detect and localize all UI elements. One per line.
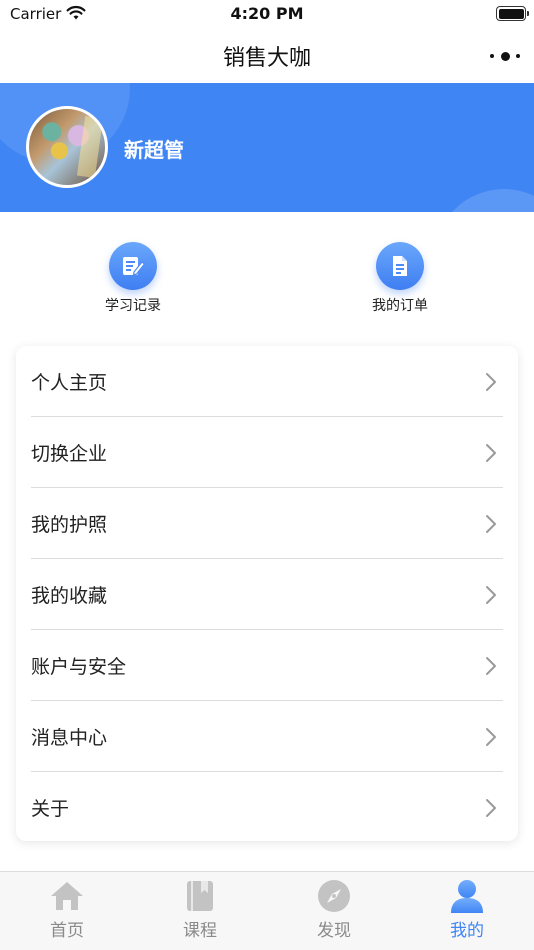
menu-item-my-passport[interactable]: 我的护照 [16, 488, 518, 559]
dot [500, 51, 510, 61]
page-title: 销售大咖 [222, 46, 311, 71]
tab-mine[interactable]: 我的 [427, 878, 507, 941]
study-record-button[interactable]: 学习记录 [63, 242, 203, 315]
tab-courses[interactable]: 课程 [160, 878, 240, 941]
menu-item-switch-company[interactable]: 切换企业 [16, 417, 518, 488]
app-screen: Carrier 4:20 PM 销售大咖 新超管 学习记录 我的订单 个人主页 … [0, 0, 534, 950]
menu-item-label: 消息中心 [31, 727, 108, 749]
profile-header: 新超管 [0, 83, 534, 212]
book-icon [160, 878, 240, 914]
chevron-right-icon [486, 444, 496, 462]
chevron-right-icon [486, 657, 496, 675]
battery-fill [498, 8, 524, 19]
settings-menu: 个人主页 切换企业 我的护照 我的收藏 账户与安全 消息中心 关于 [16, 346, 518, 841]
dot [490, 54, 494, 58]
menu-item-about[interactable]: 关于 [16, 772, 518, 841]
menu-item-message-center[interactable]: 消息中心 [16, 701, 518, 772]
more-dots-icon[interactable] [490, 46, 520, 66]
tab-home[interactable]: 首页 [27, 878, 107, 941]
nav-bar: 销售大咖 [0, 28, 534, 83]
my-orders-label: 我的订单 [372, 298, 428, 314]
menu-item-label: 我的护照 [31, 514, 108, 536]
study-record-label: 学习记录 [105, 298, 161, 314]
chevron-right-icon [486, 728, 496, 746]
document-icon [376, 242, 424, 290]
tab-label: 课程 [183, 921, 217, 941]
home-icon [27, 878, 107, 914]
tab-label: 我的 [450, 921, 484, 941]
menu-item-label: 账户与安全 [31, 656, 127, 678]
battery-icon [496, 6, 529, 21]
avatar[interactable] [26, 106, 108, 188]
status-bar: Carrier 4:20 PM [0, 0, 534, 28]
chevron-right-icon [486, 799, 496, 817]
tab-discover[interactable]: 发现 [294, 878, 374, 941]
compass-icon [294, 878, 374, 914]
username[interactable]: 新超管 [124, 134, 184, 163]
menu-item-label: 我的收藏 [31, 585, 108, 607]
clock: 4:20 PM [230, 4, 304, 23]
chevron-right-icon [486, 515, 496, 533]
person-icon [427, 878, 507, 914]
menu-item-label: 个人主页 [31, 372, 108, 394]
chevron-right-icon [486, 373, 496, 391]
edit-note-icon [109, 242, 157, 290]
quick-actions: 学习记录 我的订单 [0, 212, 534, 332]
avatar-highlight [76, 116, 104, 178]
menu-item-label: 关于 [31, 798, 70, 820]
tab-label: 首页 [50, 921, 84, 941]
tab-bar: 首页 课程 发现 我的 [0, 871, 534, 950]
dot [516, 54, 520, 58]
menu-item-label: 切换企业 [31, 443, 108, 465]
chevron-right-icon [486, 586, 496, 604]
decorative-circle [434, 189, 534, 212]
menu-item-personal-home[interactable]: 个人主页 [16, 346, 518, 417]
menu-item-account-security[interactable]: 账户与安全 [16, 630, 518, 701]
menu-item-my-favorites[interactable]: 我的收藏 [16, 559, 518, 630]
tab-label: 发现 [317, 921, 351, 941]
battery-nub [527, 11, 529, 16]
my-orders-button[interactable]: 我的订单 [330, 242, 470, 315]
